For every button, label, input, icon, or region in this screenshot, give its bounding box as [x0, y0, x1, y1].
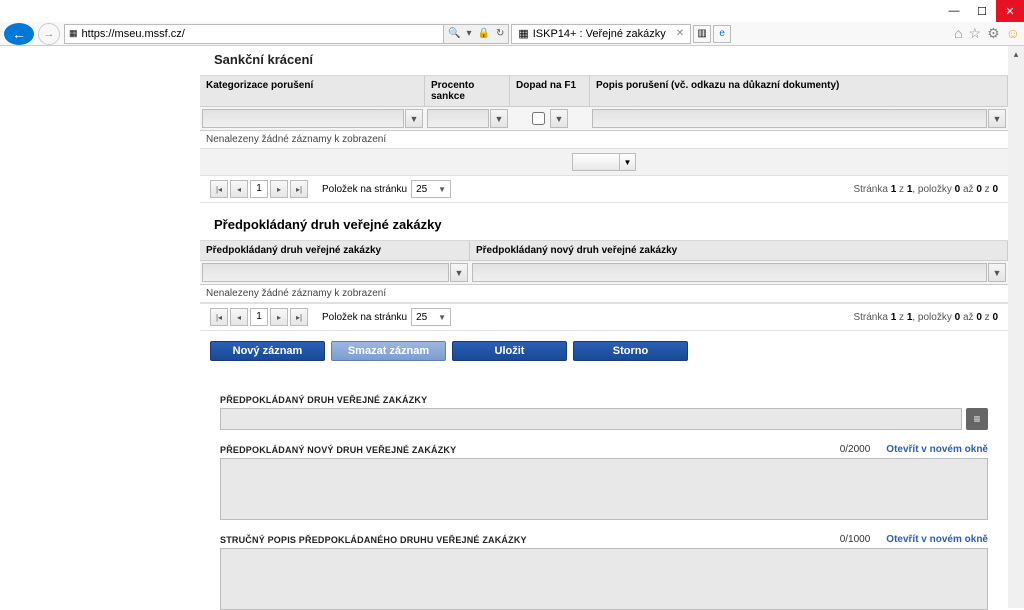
f2-open-link[interactable]: Otevřít v novém okně [886, 444, 988, 455]
tab-title: ISKP14+ : Veřejné zakázky [533, 28, 666, 40]
filter-popis[interactable] [592, 109, 987, 128]
list-picker-button[interactable]: ≡ [966, 408, 988, 430]
back-button[interactable]: ← [4, 23, 34, 45]
favorites-icon[interactable]: ☆ [969, 25, 982, 42]
pager-next[interactable]: ▸ [270, 308, 288, 326]
edge-icon[interactable]: e [713, 25, 731, 43]
filter-icon[interactable]: ▼ [550, 109, 568, 128]
home-icon[interactable]: ⌂ [954, 25, 962, 42]
action-buttons: Nový záznam Smazat záznam Uložit Storno [200, 331, 1008, 365]
grid1-header: Kategorizace porušení Procento sankce Do… [200, 76, 1008, 107]
section2-title: Předpokládaný druh veřejné zakázky [200, 203, 1008, 241]
pager-info: Stránka 1 z 1, položky 0 až 0 z 0 [853, 312, 998, 323]
chevron-down-icon: ▼ [438, 313, 446, 322]
f2-textarea[interactable] [220, 458, 988, 520]
chevron-down-icon: ▼ [438, 185, 446, 194]
settings-icon[interactable]: ⚙ [987, 25, 1000, 42]
cancel-button[interactable]: Storno [573, 341, 688, 361]
filter-icon[interactable]: ▼ [988, 263, 1006, 282]
main-content: Sankční krácení Kategorizace porušení Pr… [200, 46, 1008, 608]
pager-page-number[interactable]: 1 [250, 180, 268, 198]
window-titlebar: — ☐ ✕ [0, 0, 1024, 22]
tab-favicon: ▦ [518, 27, 528, 40]
pager-next[interactable]: ▸ [270, 180, 288, 198]
minimize-button[interactable]: — [940, 0, 968, 22]
forward-button[interactable]: → [38, 23, 60, 45]
grid2-filter-row: ▼ ▼ [200, 261, 1008, 285]
grid1-combo-row: ▼ [200, 149, 1008, 175]
f3-textarea[interactable] [220, 548, 988, 610]
filter-icon[interactable]: ▼ [450, 263, 468, 282]
grid2-header: Předpokládaný druh veřejné zakázky Předp… [200, 241, 1008, 261]
vertical-scrollbar[interactable]: ▴ [1008, 46, 1024, 608]
pager1: |◂ ◂ 1 ▸ ▸| Položek na stránku 25 ▼ Strá… [200, 175, 1008, 203]
new-tab-button[interactable]: ▥ [693, 25, 711, 43]
filter-icon[interactable]: ▼ [490, 109, 508, 128]
tab-close-icon[interactable]: ✕ [676, 28, 684, 39]
close-button[interactable]: ✕ [996, 0, 1024, 22]
pager-size-value: 25 [416, 184, 427, 195]
dropdown-icon[interactable]: ▾ [466, 28, 471, 39]
col-dopad[interactable]: Dopad na F1 [510, 76, 590, 107]
filter2-novy[interactable] [472, 263, 987, 282]
pager-size-value: 25 [416, 312, 427, 323]
grid1-filter-row: ▼ ▼ ▼ ▼ [200, 107, 1008, 131]
pager-items-label: Položek na stránku [322, 312, 407, 323]
f2-label: PŘEDPOKLÁDANÝ NOVÝ DRUH VEŘEJNÉ ZAKÁZKY [220, 445, 456, 455]
address-bar[interactable]: ▦ https://mseu.mssf.cz/ [64, 24, 444, 44]
section1-title: Sankční krácení [200, 46, 1008, 76]
pager-last[interactable]: ▸| [290, 180, 308, 198]
pager-page-size[interactable]: 25 ▼ [411, 180, 451, 198]
f3-label: STRUČNÝ POPIS PŘEDPOKLÁDANÉHO DRUHU VEŘE… [220, 535, 527, 545]
col2-druh[interactable]: Předpokládaný druh veřejné zakázky [200, 241, 470, 261]
left-margin [0, 46, 200, 608]
new-record-button[interactable]: Nový záznam [210, 341, 325, 361]
f3-open-link[interactable]: Otevřít v novém okně [886, 534, 988, 545]
browser-tab[interactable]: ▦ ISKP14+ : Veřejné zakázky ✕ [511, 24, 691, 44]
pager-page-size[interactable]: 25 ▼ [411, 308, 451, 326]
search-icon[interactable]: 🔍 [448, 28, 460, 39]
pager2: |◂ ◂ 1 ▸ ▸| Položek na stránku 25 ▼ Strá… [200, 303, 1008, 331]
save-button[interactable]: Uložit [452, 341, 567, 361]
pager-first[interactable]: |◂ [210, 180, 228, 198]
chevron-down-icon: ▼ [619, 154, 635, 170]
filter-icon[interactable]: ▼ [405, 109, 423, 128]
filter2-druh[interactable] [202, 263, 449, 282]
col-procento[interactable]: Procento sankce [425, 76, 510, 107]
emoji-icon[interactable]: ☺ [1006, 25, 1020, 42]
col-popis[interactable]: Popis porušení (vč. odkazu na důkazní do… [590, 76, 1008, 107]
filter-kategorizace[interactable] [202, 109, 404, 128]
grid1-empty-msg: Nenalezeny žádné záznamy k zobrazení [200, 131, 1008, 149]
filter-icon[interactable]: ▼ [988, 109, 1006, 128]
pager-first[interactable]: |◂ [210, 308, 228, 326]
scroll-up-icon[interactable]: ▴ [1008, 46, 1024, 62]
addr-controls: 🔍 ▾ 🔒 ↻ [444, 24, 509, 44]
f2-counter: 0/2000 [840, 444, 871, 455]
col2-novy-druh[interactable]: Předpokládaný nový druh veřejné zakázky [470, 241, 1008, 261]
page-combo[interactable]: ▼ [572, 153, 636, 171]
delete-record-button[interactable]: Smazat záznam [331, 341, 446, 361]
col-kategorizace[interactable]: Kategorizace porušení [200, 76, 425, 107]
form-area: PŘEDPOKLÁDANÝ DRUH VEŘEJNÉ ZAKÁZKY ≡ PŘE… [200, 365, 1008, 610]
site-icon: ▦ [69, 28, 78, 39]
filter-procento[interactable] [427, 109, 489, 128]
pager-info: Stránka 1 z 1, položky 0 až 0 z 0 [853, 184, 998, 195]
f3-counter: 0/1000 [840, 534, 871, 545]
lock-icon: 🔒 [477, 28, 489, 39]
maximize-button[interactable]: ☐ [968, 0, 996, 22]
pager-page-number[interactable]: 1 [250, 308, 268, 326]
pager-prev[interactable]: ◂ [230, 180, 248, 198]
f1-input[interactable] [220, 408, 962, 430]
grid2-empty-msg: Nenalezeny žádné záznamy k zobrazení [200, 285, 1008, 303]
pager-last[interactable]: ▸| [290, 308, 308, 326]
browser-toolbar: ← → ▦ https://mseu.mssf.cz/ 🔍 ▾ 🔒 ↻ ▦ IS… [0, 22, 1024, 46]
pager-items-label: Položek na stránku [322, 184, 407, 195]
url-text: https://mseu.mssf.cz/ [82, 28, 185, 40]
filter-dopad-checkbox[interactable] [532, 112, 545, 125]
pager-prev[interactable]: ◂ [230, 308, 248, 326]
refresh-icon[interactable]: ↻ [496, 28, 504, 39]
f1-label: PŘEDPOKLÁDANÝ DRUH VEŘEJNÉ ZAKÁZKY [220, 395, 988, 405]
